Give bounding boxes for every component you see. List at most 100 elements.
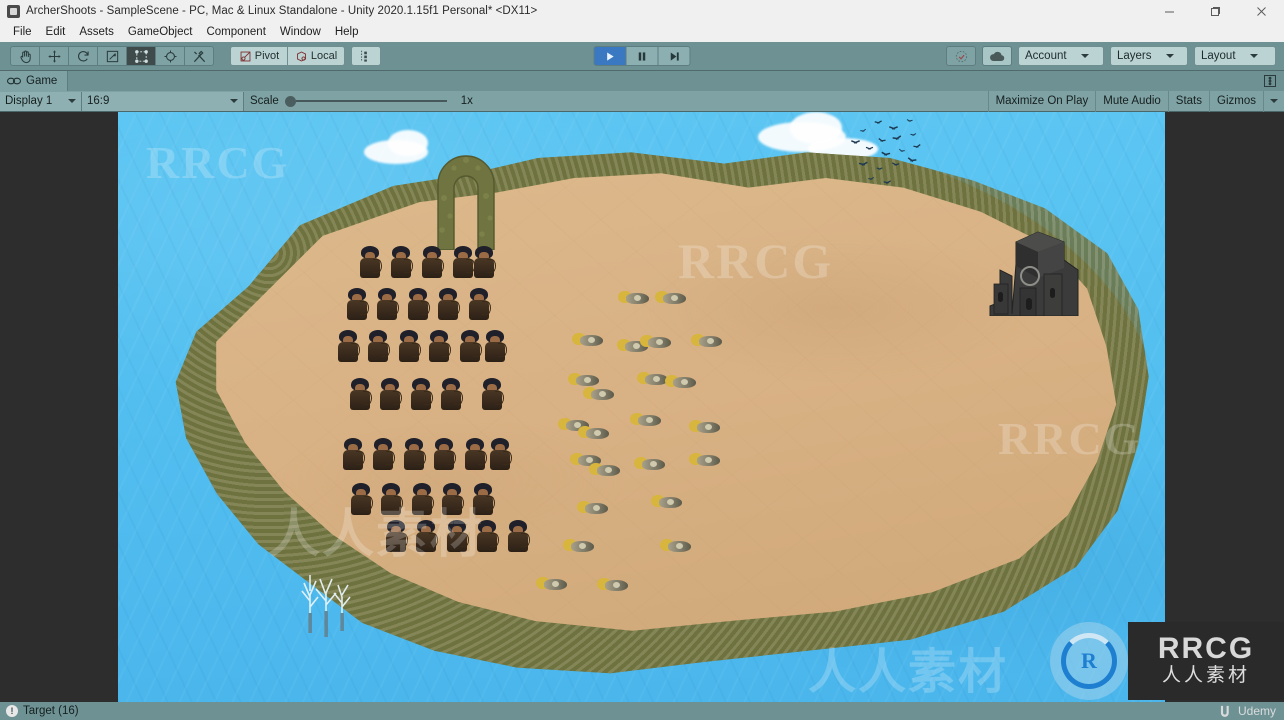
archer-unit[interactable]: [444, 520, 470, 554]
cloud-icon[interactable]: [982, 46, 1012, 66]
archer-unit[interactable]: [470, 483, 496, 517]
pivot-mode-button[interactable]: Pivot: [230, 46, 288, 66]
menu-edit[interactable]: Edit: [39, 24, 73, 40]
enemy-unit[interactable]: [536, 576, 568, 592]
menu-component[interactable]: Component: [199, 24, 272, 40]
maximize-icon[interactable]: [1192, 0, 1238, 22]
archer-unit[interactable]: [388, 246, 414, 280]
status-bar[interactable]: ! Target (16): [0, 702, 1284, 720]
close-icon[interactable]: [1238, 0, 1284, 22]
archer-unit[interactable]: [348, 483, 374, 517]
archer-unit[interactable]: [487, 438, 513, 472]
archer-unit[interactable]: [419, 246, 445, 280]
layout-dropdown[interactable]: Layout: [1194, 46, 1276, 66]
rotate-tool[interactable]: [68, 46, 98, 66]
archer-bow: [503, 451, 512, 465]
enemy-unit[interactable]: [634, 456, 666, 472]
custom-editor-tool[interactable]: [184, 46, 214, 66]
rect-transform-tool[interactable]: [126, 46, 156, 66]
archer-unit[interactable]: [335, 330, 361, 364]
archer-unit[interactable]: [466, 288, 492, 322]
menu-gameobject[interactable]: GameObject: [121, 24, 200, 40]
display-dropdown[interactable]: Display 1: [0, 91, 82, 111]
menu-assets[interactable]: Assets: [72, 24, 121, 40]
gizmos-dropdown[interactable]: [1263, 90, 1284, 112]
scale-tool[interactable]: [97, 46, 127, 66]
archer-bow: [381, 343, 390, 357]
archer-unit[interactable]: [409, 483, 435, 517]
layers-dropdown[interactable]: Layers: [1110, 46, 1188, 66]
collab-icon[interactable]: [946, 46, 976, 66]
enemy-marking: [705, 424, 712, 430]
minimize-icon[interactable]: [1146, 0, 1192, 22]
enemy-unit[interactable]: [597, 577, 629, 593]
pivot-rotation-button[interactable]: Local: [287, 46, 345, 66]
archer-unit[interactable]: [370, 438, 396, 472]
archer-unit[interactable]: [482, 330, 508, 364]
menu-window[interactable]: Window: [273, 24, 328, 40]
archer-unit[interactable]: [377, 378, 403, 412]
grid-snap-icon[interactable]: [351, 46, 381, 66]
archer-unit[interactable]: [439, 483, 465, 517]
archer-bow: [399, 533, 408, 547]
enemy-unit[interactable]: [630, 412, 662, 428]
enemy-unit[interactable]: [660, 538, 692, 554]
archer-unit[interactable]: [471, 246, 497, 280]
hand-tool[interactable]: [10, 46, 40, 66]
archer-unit[interactable]: [357, 246, 383, 280]
archer-unit[interactable]: [426, 330, 452, 364]
archer-unit[interactable]: [438, 378, 464, 412]
scale-slider[interactable]: [284, 95, 447, 107]
enemy-unit[interactable]: [578, 425, 610, 441]
scale-slider-track[interactable]: [295, 100, 447, 102]
enemy-unit[interactable]: [577, 500, 609, 516]
archer-unit[interactable]: [378, 483, 404, 517]
enemy-unit[interactable]: [689, 452, 721, 468]
mute-audio-button[interactable]: Mute Audio: [1095, 90, 1168, 112]
archer-unit[interactable]: [401, 438, 427, 472]
transform-tool[interactable]: [155, 46, 185, 66]
archer-unit[interactable]: [474, 520, 500, 554]
move-tool[interactable]: [39, 46, 69, 66]
archer-unit[interactable]: [431, 438, 457, 472]
enemy-unit[interactable]: [618, 290, 650, 306]
archer-unit[interactable]: [435, 288, 461, 322]
stats-button[interactable]: Stats: [1167, 90, 1209, 112]
archer-unit[interactable]: [347, 378, 373, 412]
archer-unit[interactable]: [505, 520, 531, 554]
archer-unit[interactable]: [457, 330, 483, 364]
game-view[interactable]: RRCG 人人素材 RRCG 人人素材 RRCG: [118, 112, 1165, 702]
archer-unit[interactable]: [462, 438, 488, 472]
play-button[interactable]: [593, 46, 627, 66]
archer-unit[interactable]: [396, 330, 422, 364]
enemy-unit[interactable]: [665, 374, 697, 390]
scale-slider-handle[interactable]: [284, 95, 296, 107]
aspect-ratio-dropdown[interactable]: 16:9: [82, 91, 244, 111]
archer-unit[interactable]: [479, 378, 505, 412]
enemy-unit[interactable]: [563, 538, 595, 554]
enemy-unit[interactable]: [651, 494, 683, 510]
archer-unit[interactable]: [413, 520, 439, 554]
pause-button[interactable]: [625, 46, 659, 66]
menu-help[interactable]: Help: [328, 24, 366, 40]
enemy-unit[interactable]: [691, 333, 723, 349]
step-button[interactable]: [657, 46, 691, 66]
archer-unit[interactable]: [340, 438, 366, 472]
archer-unit[interactable]: [344, 288, 370, 322]
enemy-unit[interactable]: [572, 332, 604, 348]
enemy-unit[interactable]: [655, 290, 687, 306]
archer-unit[interactable]: [383, 520, 409, 554]
tab-game[interactable]: Game: [0, 71, 69, 91]
archer-unit[interactable]: [365, 330, 391, 364]
archer-unit[interactable]: [405, 288, 431, 322]
maximize-on-play-button[interactable]: Maximize On Play: [987, 90, 1096, 112]
account-dropdown[interactable]: Account: [1018, 46, 1104, 66]
enemy-unit[interactable]: [689, 419, 721, 435]
archer-unit[interactable]: [408, 378, 434, 412]
enemy-unit[interactable]: [589, 462, 621, 478]
enemy-unit[interactable]: [583, 386, 615, 402]
gizmos-button[interactable]: Gizmos: [1209, 90, 1263, 112]
archer-unit[interactable]: [374, 288, 400, 322]
menu-file[interactable]: File: [6, 24, 39, 40]
enemy-unit[interactable]: [640, 334, 672, 350]
